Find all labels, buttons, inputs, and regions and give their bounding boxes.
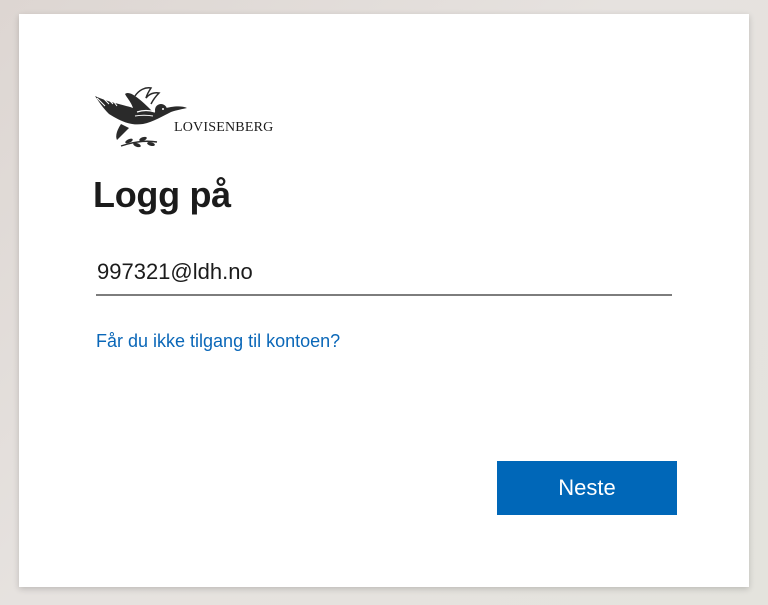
next-button[interactable]: Neste — [497, 461, 677, 515]
brand-logo: LOVISENBERG — [91, 84, 301, 150]
signin-card: LOVISENBERG Logg på Får du ikke tilgang … — [19, 14, 749, 587]
brand-name: LOVISENBERG — [174, 120, 274, 135]
page-title: Logg på — [93, 174, 231, 215]
email-field[interactable] — [96, 250, 672, 296]
dove-with-olive-branch-icon — [95, 87, 187, 148]
cant-access-account-link[interactable]: Får du ikke tilgang til kontoen? — [96, 331, 340, 352]
